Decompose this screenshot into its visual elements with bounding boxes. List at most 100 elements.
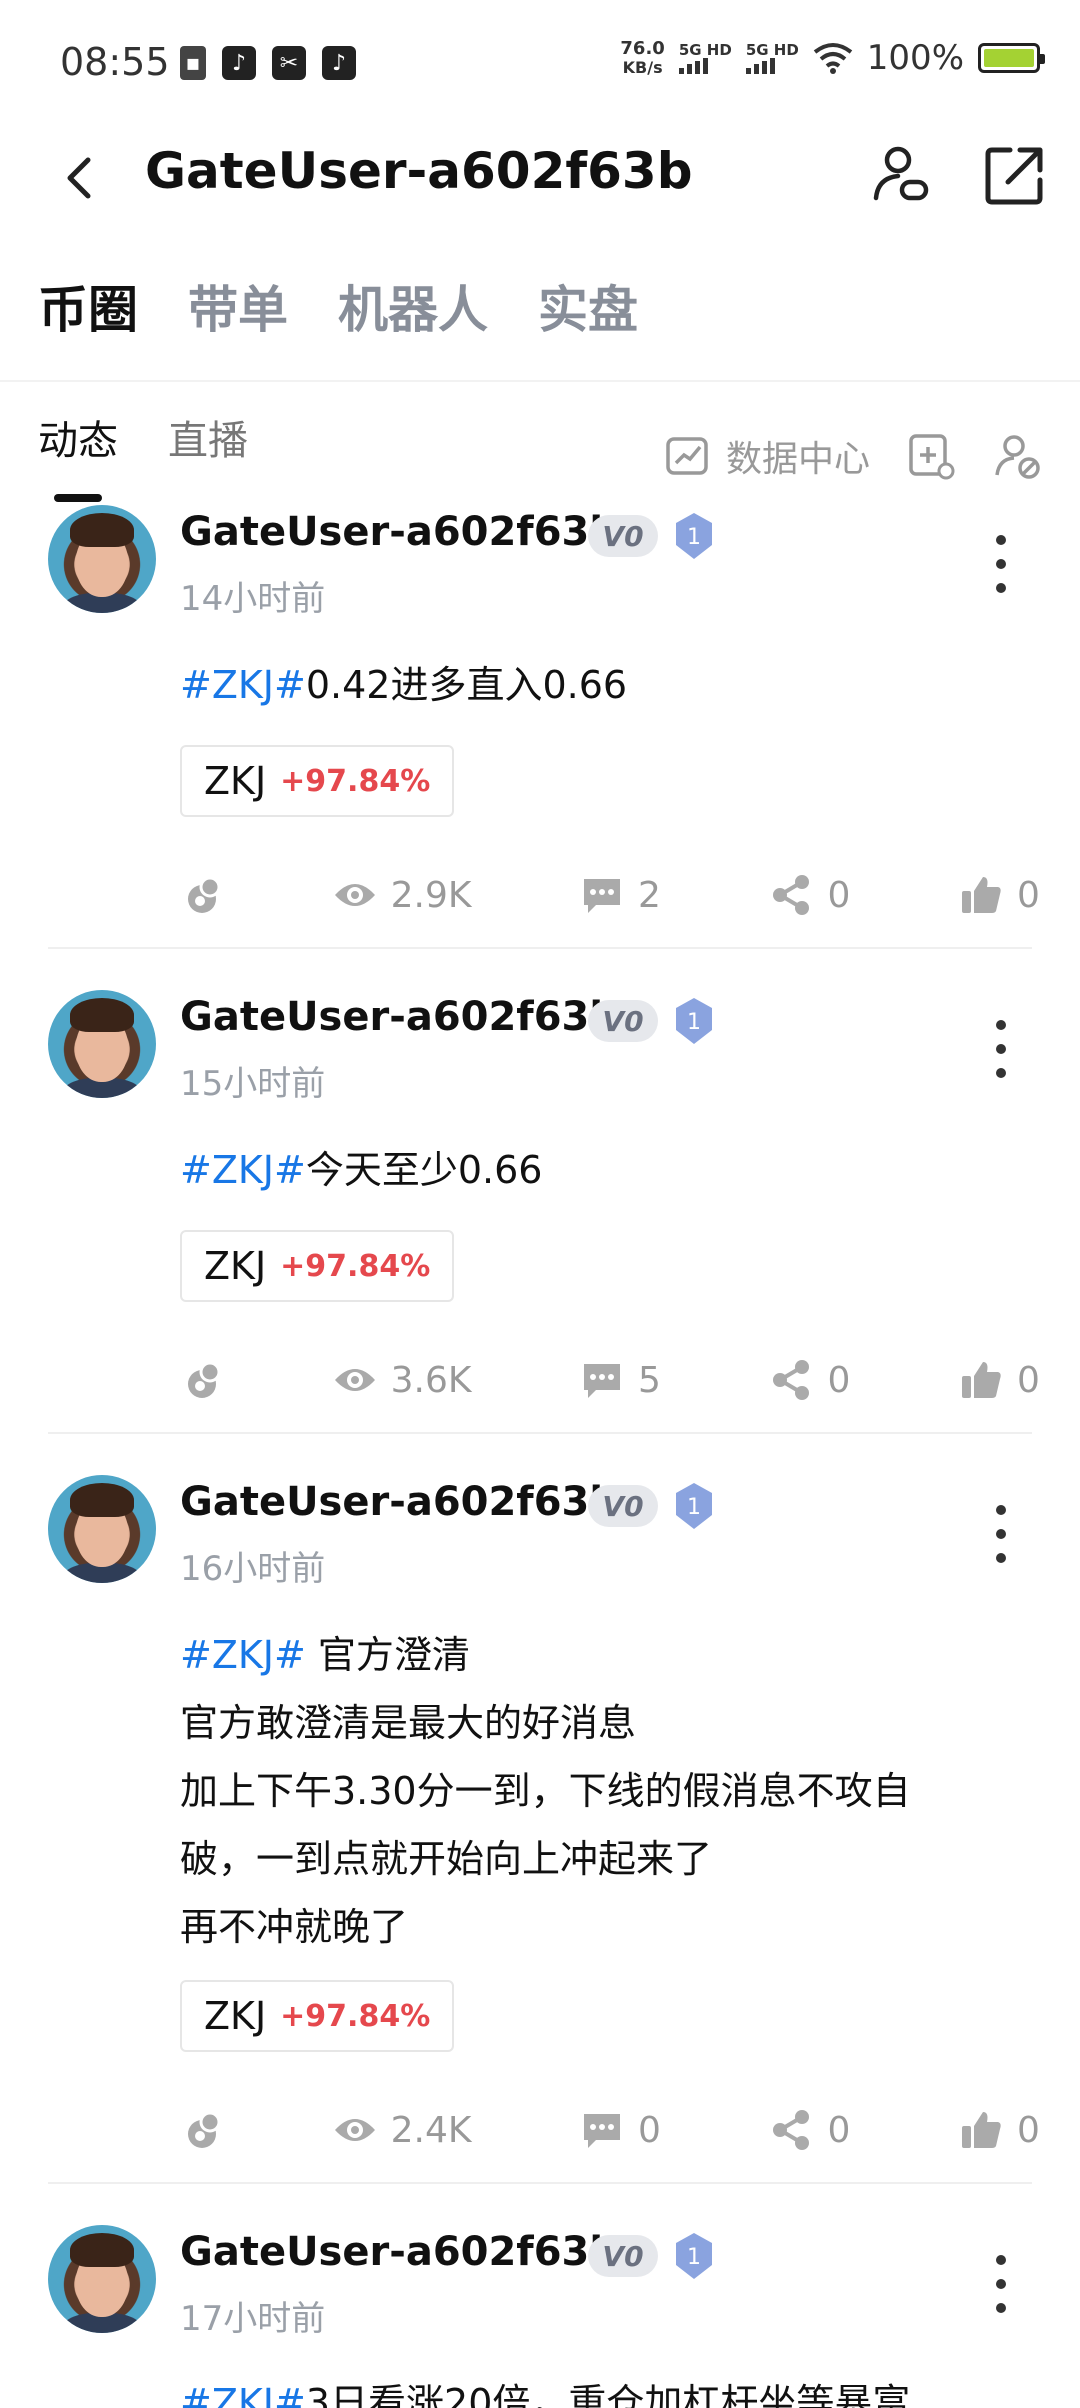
post-username[interactable]: GateUser-a602f63b bbox=[180, 2229, 618, 2275]
vip-level-badge: V0 bbox=[588, 1485, 658, 1527]
data-center-button[interactable]: 数据中心 bbox=[664, 430, 870, 482]
signal-sim1-icon: 5G HD bbox=[678, 42, 732, 74]
post-username[interactable]: GateUser-a602f63b bbox=[180, 1479, 618, 1525]
coin-tag[interactable]: ZKJ +97.84% bbox=[180, 1230, 455, 1302]
like-button[interactable]: 0 bbox=[959, 1358, 1040, 1402]
coin-tag[interactable]: ZKJ +97.84% bbox=[180, 745, 455, 817]
comment-icon bbox=[584, 1364, 621, 1398]
tab-robot[interactable]: 机器人 bbox=[338, 270, 488, 342]
hashtag-link[interactable]: #ZKJ# bbox=[180, 1148, 306, 1192]
svg-text:1: 1 bbox=[687, 525, 701, 550]
tab-bibquan[interactable]: 币圈 bbox=[38, 270, 138, 342]
divider bbox=[48, 1432, 1032, 1434]
share-button[interactable]: 0 bbox=[770, 2108, 850, 2152]
post-content[interactable]: #ZKJ# 官方澄清 官方敢澄清是最大的好消息 加上下午3.30分一到，下线的假… bbox=[180, 1621, 1000, 1961]
more-options-icon[interactable] bbox=[990, 2255, 1012, 2315]
avatar[interactable] bbox=[48, 2225, 156, 2333]
post-text: 0.42进多直入0.66 bbox=[305, 663, 628, 707]
post-content[interactable]: #ZKJ#3日看涨20倍，重仓加杠杆坐等暴富 bbox=[180, 2369, 1000, 2408]
post-actions: 2.9K 2 0 0 bbox=[180, 865, 1040, 925]
avatar[interactable] bbox=[48, 990, 156, 1098]
user-profile-icon[interactable] bbox=[868, 140, 938, 210]
eye-icon bbox=[334, 884, 375, 906]
post-username[interactable]: GateUser-a602f63b bbox=[180, 509, 618, 555]
tab-daidan[interactable]: 带单 bbox=[188, 270, 288, 342]
active-tab-indicator bbox=[54, 494, 102, 502]
user-block-icon[interactable] bbox=[992, 431, 1042, 481]
coin-change: +97.84% bbox=[280, 1998, 431, 2034]
subtab-live[interactable]: 直播 bbox=[168, 408, 248, 466]
add-post-icon[interactable] bbox=[906, 431, 956, 481]
post-time: 15小时前 bbox=[180, 1064, 326, 1104]
vip-level-badge: V0 bbox=[588, 1000, 658, 1042]
vip-level-badge: V0 bbox=[588, 2235, 658, 2277]
coin-change: +97.84% bbox=[280, 763, 431, 799]
more-options-icon[interactable] bbox=[990, 535, 1012, 595]
rank-shield-icon: 1 bbox=[676, 2233, 712, 2279]
tiktok-icon-2: ♪ bbox=[322, 46, 356, 80]
battery-percent: 100% bbox=[866, 38, 964, 78]
post-content[interactable]: #ZKJ#今天至少0.66 bbox=[180, 1136, 1000, 1204]
post-time: 16小时前 bbox=[180, 1549, 326, 1589]
share-button[interactable]: 0 bbox=[770, 1358, 850, 1402]
thumbs-up-icon bbox=[962, 2112, 1001, 2148]
divider bbox=[48, 947, 1032, 949]
coin-tag[interactable]: ZKJ +97.84% bbox=[180, 1980, 455, 2052]
thumbs-up-icon bbox=[962, 1362, 1001, 1398]
coin-icon bbox=[188, 876, 221, 913]
signal-sim2-icon: 5G HD bbox=[745, 42, 799, 74]
views-count: 2.9K bbox=[333, 873, 471, 917]
coin-symbol: ZKJ bbox=[204, 1994, 267, 2038]
more-options-icon[interactable] bbox=[990, 1505, 1012, 1565]
like-button[interactable]: 0 bbox=[959, 2108, 1040, 2152]
post-content[interactable]: #ZKJ#0.42进多直入0.66 bbox=[180, 651, 1000, 719]
coin-icon bbox=[188, 2111, 221, 2148]
svg-text:1: 1 bbox=[687, 1010, 701, 1035]
tip-button[interactable] bbox=[180, 873, 224, 917]
chart-edit-icon bbox=[666, 437, 708, 475]
hashtag-link[interactable]: #ZKJ# bbox=[180, 2381, 306, 2408]
battery-icon bbox=[978, 43, 1045, 73]
rank-shield-icon: 1 bbox=[676, 1483, 712, 1529]
avatar[interactable] bbox=[48, 1475, 156, 1583]
post-actions: 2.4K 0 0 0 bbox=[180, 2100, 1040, 2160]
post-actions: 3.6K 5 0 0 bbox=[180, 1350, 1040, 1410]
wifi-icon bbox=[813, 43, 853, 74]
post-time: 14小时前 bbox=[180, 579, 326, 619]
status-bar: 08:55 ▪ ♪ ✂ ♪ 76.0 KB/s 5G HD 5G HD 100% bbox=[0, 0, 1080, 130]
coin-symbol: ZKJ bbox=[204, 1244, 267, 1288]
subtab-dynamics[interactable]: 动态 bbox=[38, 408, 118, 466]
like-button[interactable]: 0 bbox=[959, 873, 1040, 917]
coin-symbol: ZKJ bbox=[204, 759, 267, 803]
share-external-icon[interactable] bbox=[980, 140, 1050, 210]
tip-button[interactable] bbox=[180, 1358, 224, 1402]
post-time: 17小时前 bbox=[180, 2299, 326, 2339]
tab-shipan[interactable]: 实盘 bbox=[538, 270, 638, 342]
divider bbox=[48, 2182, 1032, 2184]
svg-text:1: 1 bbox=[687, 2245, 701, 2270]
header: GateUser-a602f63b bbox=[0, 130, 1080, 230]
divider bbox=[0, 380, 1080, 382]
post-text: 3日看涨20倍，重仓加杠杆坐等暴富 bbox=[305, 2381, 911, 2408]
data-center-label: 数据中心 bbox=[725, 439, 870, 480]
coin-icon bbox=[188, 1361, 221, 1398]
comment-button[interactable]: 5 bbox=[580, 1358, 661, 1402]
status-time: 08:55 bbox=[60, 40, 170, 84]
hashtag-link[interactable]: #ZKJ# bbox=[180, 1633, 306, 1677]
eye-icon bbox=[334, 2119, 375, 2141]
capcut-icon: ✂ bbox=[272, 46, 306, 80]
comment-button[interactable]: 2 bbox=[580, 873, 661, 917]
comment-button[interactable]: 0 bbox=[580, 2108, 661, 2152]
post-username[interactable]: GateUser-a602f63b bbox=[180, 994, 618, 1040]
more-options-icon[interactable] bbox=[990, 1020, 1012, 1080]
status-right: 76.0 KB/s 5G HD 5G HD 100% bbox=[620, 38, 1045, 78]
avatar[interactable] bbox=[48, 505, 156, 613]
share-button[interactable]: 0 bbox=[770, 873, 850, 917]
svg-text:1: 1 bbox=[687, 1495, 701, 1520]
hashtag-link[interactable]: #ZKJ# bbox=[180, 663, 306, 707]
rank-shield-icon: 1 bbox=[676, 513, 712, 559]
notification-icons: ▪ ♪ ✂ ♪ bbox=[180, 46, 356, 80]
top-tabs: 币圈 带单 机器人 实盘 bbox=[38, 270, 638, 342]
tip-button[interactable] bbox=[180, 2108, 224, 2152]
back-arrow-icon[interactable] bbox=[50, 148, 110, 208]
